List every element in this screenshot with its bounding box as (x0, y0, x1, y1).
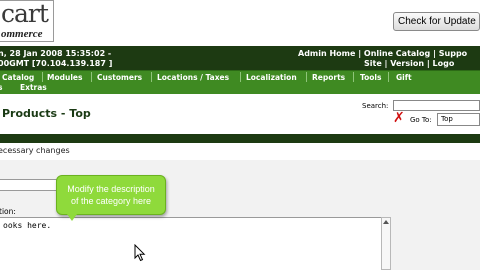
menu-item-catalog[interactable]: Catalog (2, 73, 34, 82)
page-header: Products - Top Search: ✗ Go To: Top (0, 94, 480, 134)
search-input[interactable] (393, 100, 480, 111)
menu-item-cut: s (0, 83, 3, 92)
main-menu: Catalog Modules Customers Locations / Ta… (0, 70, 480, 94)
page-title: Products - Top (2, 107, 91, 120)
admin-info-bar: n, 28 Jan 2008 15:35:02 - 00GMT [70.104.… (0, 46, 480, 70)
callout-pointer (67, 214, 77, 221)
header-divider (0, 134, 480, 143)
admin-links-row1[interactable]: Admin Home | Online Catalog | Suppo (298, 49, 467, 58)
callout-line-1: Modify the description (67, 184, 155, 194)
search-label: Search: (362, 102, 389, 110)
mouse-pointer-icon (134, 244, 146, 262)
callout-line-2: of the category here (70, 196, 152, 206)
menu-separator (353, 72, 354, 82)
menu-item-gift[interactable]: Gift (396, 73, 412, 82)
store-logo[interactable]: cart ommerce (0, 0, 54, 42)
menu-separator (388, 72, 389, 82)
textarea-scrollbar[interactable] (381, 217, 391, 270)
menu-separator (91, 72, 92, 82)
menu-item-extras[interactable]: Extras (20, 83, 47, 92)
description-textarea[interactable]: ooks here. (0, 217, 382, 270)
menu-item-reports[interactable]: Reports (312, 73, 345, 82)
menu-separator (240, 72, 241, 82)
menu-item-modules[interactable]: Modules (47, 73, 82, 82)
menu-separator (151, 72, 152, 82)
goto-select[interactable]: Top (437, 113, 480, 126)
admin-links-row2[interactable]: Site | Version | Logo (364, 59, 454, 68)
server-date: n, 28 Jan 2008 15:35:02 - (0, 49, 112, 58)
menu-separator (42, 72, 43, 82)
check-for-update-button[interactable]: Check for Update (393, 12, 480, 31)
description-label: tion: (0, 207, 16, 216)
instruction-text: ecessary changes (0, 146, 70, 155)
menu-item-localization[interactable]: Localization (246, 73, 297, 82)
tutorial-callout: Modify the description of the category h… (56, 175, 166, 221)
server-ip: 00GMT [70.104.139.187 ] (0, 59, 113, 68)
category-name-input[interactable] (0, 179, 58, 191)
description-text: ooks here. (3, 221, 52, 230)
logo-tagline: ommerce (1, 28, 43, 40)
menu-separator (306, 72, 307, 82)
logo-wordmark: cart (1, 0, 49, 28)
menu-item-locations-taxes[interactable]: Locations / Taxes (157, 73, 229, 82)
scroll-up-arrow-icon[interactable] (383, 220, 389, 224)
goto-label: Go To: (410, 116, 432, 124)
menu-item-tools[interactable]: Tools (360, 73, 381, 82)
menu-item-customers[interactable]: Customers (97, 73, 142, 82)
close-x-icon[interactable]: ✗ (393, 111, 405, 125)
